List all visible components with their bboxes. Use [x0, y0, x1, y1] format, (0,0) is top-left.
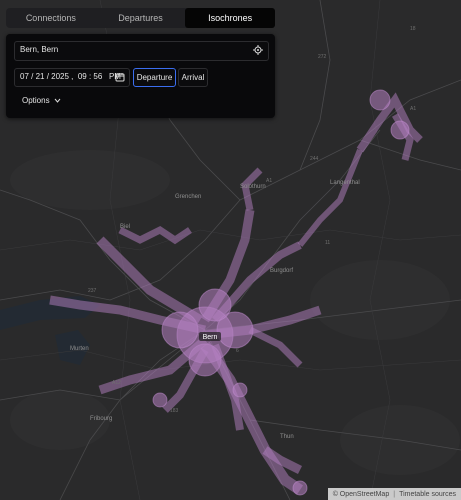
- svg-text:237: 237: [88, 288, 97, 294]
- center-label: Bern: [199, 332, 221, 341]
- tab-departures[interactable]: Departures: [96, 8, 186, 28]
- crosshair-icon[interactable]: [253, 45, 263, 55]
- calendar-icon[interactable]: [115, 72, 125, 82]
- svg-text:Solothurn: Solothurn: [240, 184, 266, 190]
- location-input[interactable]: Bern, Bern: [14, 41, 269, 61]
- svg-text:272: 272: [318, 54, 327, 60]
- svg-text:Murten: Murten: [70, 346, 89, 352]
- location-value: Bern, Bern: [20, 45, 59, 54]
- svg-text:A12: A12: [112, 380, 121, 386]
- date-time-input[interactable]: 07 / 21 / 2025 , 09 : 56 PM: [14, 68, 130, 87]
- chevron-down-icon: [54, 98, 60, 103]
- tab-isochrones[interactable]: Isochrones: [185, 8, 276, 28]
- svg-text:Grenchen: Grenchen: [175, 194, 201, 200]
- svg-text:A1: A1: [410, 106, 416, 112]
- svg-text:Biel: Biel: [120, 224, 130, 230]
- options-toggle[interactable]: Options: [22, 96, 61, 105]
- svg-text:244: 244: [310, 156, 319, 162]
- timetable-sources-link[interactable]: Timetable sources: [397, 491, 458, 498]
- svg-text:Burgdorf: Burgdorf: [270, 268, 293, 274]
- tab-connections[interactable]: Connections: [6, 8, 96, 28]
- svg-text:Fribourg: Fribourg: [90, 416, 112, 422]
- svg-text:Langenthal: Langenthal: [330, 180, 360, 186]
- date-time-value: 07 / 21 / 2025 , 09 : 56 PM: [20, 72, 121, 81]
- departure-button[interactable]: Departure: [133, 68, 176, 87]
- svg-text:A1: A1: [266, 178, 272, 184]
- svg-text:11: 11: [325, 240, 330, 246]
- options-label: Options: [22, 96, 50, 105]
- svg-text:18: 18: [410, 26, 416, 32]
- isochrone-panel: Bern, Bern 07 / 21 / 2025 , 09 : 56 PM D…: [6, 34, 275, 118]
- osm-attribution-link[interactable]: © OpenStreetMap: [331, 491, 392, 498]
- svg-text:Thun: Thun: [280, 434, 294, 440]
- svg-text:183: 183: [170, 408, 179, 414]
- svg-text:6: 6: [236, 348, 239, 354]
- tab-bar: Connections Departures Isochrones: [6, 8, 276, 28]
- map-attribution: © OpenStreetMap | Timetable sources: [327, 488, 461, 500]
- arrival-button[interactable]: Arrival: [178, 68, 208, 87]
- map-center-label: Bern: [203, 334, 218, 341]
